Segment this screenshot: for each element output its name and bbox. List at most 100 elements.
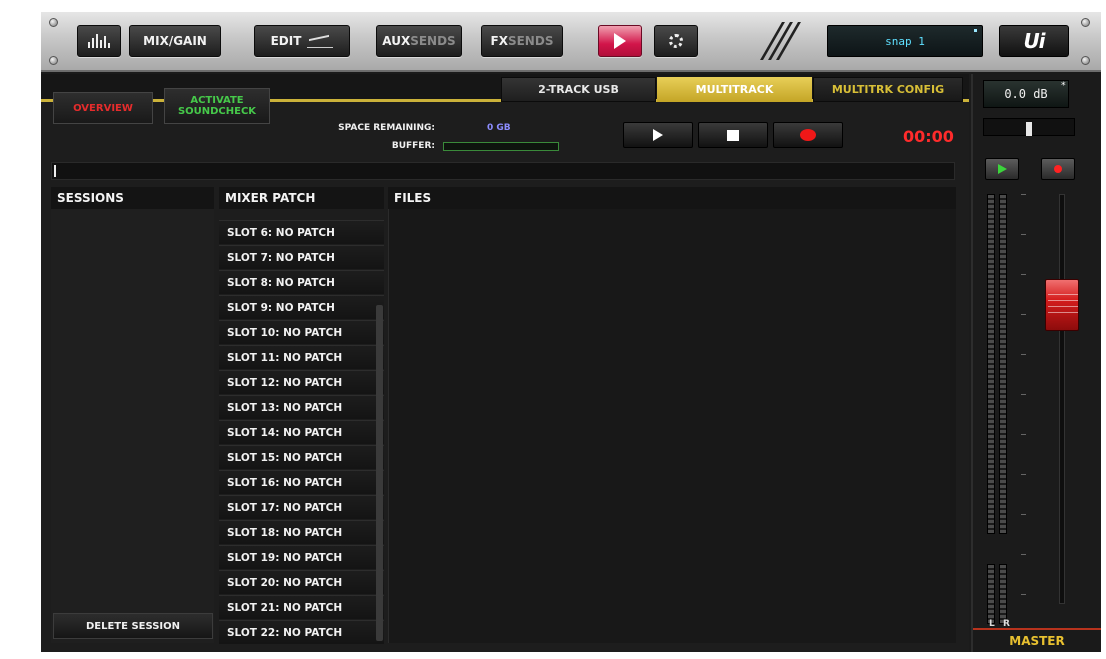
mixer-patch-slot[interactable]: SLOT 8: NO PATCH — [219, 270, 384, 294]
overview-label: OVERVIEW — [73, 102, 133, 114]
scale-tick — [1021, 514, 1026, 515]
record-icon — [800, 129, 816, 141]
screw-icon — [49, 18, 58, 27]
sessions-list[interactable] — [51, 209, 214, 643]
mixer-patch-slot[interactable]: SLOT 10: NO PATCH — [219, 320, 384, 344]
meter-left — [987, 194, 995, 534]
master-label: MASTER — [973, 628, 1101, 652]
fx-label: FX — [490, 34, 508, 48]
scale-tick — [1021, 354, 1026, 355]
meters-icon — [88, 34, 110, 48]
scale-tick — [1021, 554, 1026, 555]
mixer-patch-list[interactable]: SLOT 6: NO PATCH SLOT 7: NO PATCH SLOT 8: … — [219, 220, 384, 644]
mixer-patch-slot[interactable]: SLOT 15: NO PATCH — [219, 445, 384, 469]
mixer-patch-slot[interactable]: SLOT 9: NO PATCH — [219, 295, 384, 319]
play-icon — [653, 129, 663, 141]
space-remaining-label: SPACE REMAINING: — [338, 123, 435, 133]
soundcheck-label: ACTIVATE SOUNDCHECK — [177, 95, 257, 117]
buffer-meter — [443, 142, 559, 151]
mixer-patch-slot[interactable]: SLOT 17: NO PATCH — [219, 495, 384, 519]
aux-sends-label: SENDS — [410, 34, 456, 48]
fx-sends-label: SENDS — [507, 34, 554, 48]
master-fader-track[interactable] — [1059, 194, 1065, 604]
meters-view-button[interactable] — [77, 25, 121, 57]
scale-tick — [1021, 274, 1026, 275]
mixer-patch-slot[interactable]: SLOT 21: NO PATCH — [219, 595, 384, 619]
transport-record-button[interactable] — [773, 122, 843, 148]
tab-multitrk-config[interactable]: MULTITRK CONFIG — [813, 77, 963, 102]
delete-session-button[interactable]: DELETE SESSION — [53, 613, 213, 639]
record-timer: 00:00 — [903, 127, 954, 146]
timeline-scrubber[interactable] — [51, 162, 955, 180]
meter-right-low — [999, 564, 1007, 624]
master-db-display[interactable]: 0.0 dB * — [983, 80, 1069, 108]
snapshot-indicator-icon — [974, 29, 977, 32]
settings-button[interactable] — [654, 25, 698, 57]
tab-2-track-usb[interactable]: 2-TRACK USB — [501, 77, 656, 102]
activate-soundcheck-button[interactable]: ACTIVATE SOUNDCHECK — [164, 88, 270, 124]
fx-sends-button[interactable]: FXSENDS — [481, 25, 563, 57]
mixer-patch-slot[interactable]: SLOT 20: NO PATCH — [219, 570, 384, 594]
scale-tick — [1021, 314, 1026, 315]
mix-gain-button[interactable]: MIX/GAIN — [129, 25, 221, 57]
tab-multitrack[interactable]: MULTITRACK — [657, 77, 812, 102]
mixer-patch-header: MIXER PATCH — [219, 187, 384, 209]
master-fader-handle[interactable] — [1045, 279, 1079, 331]
mixer-patch-slot[interactable]: SLOT 19: NO PATCH — [219, 545, 384, 569]
media-player-button[interactable] — [598, 25, 642, 57]
meter-right — [999, 194, 1007, 534]
mixer-patch-scrollbar[interactable] — [376, 305, 383, 641]
tab-label: MULTITRK CONFIG — [831, 83, 945, 96]
gear-icon — [669, 34, 683, 48]
files-list[interactable] — [388, 209, 956, 643]
mixer-patch-slot[interactable]: SLOT 18: NO PATCH — [219, 520, 384, 544]
pan-knob[interactable] — [1026, 122, 1032, 136]
overview-button[interactable]: OVERVIEW — [53, 92, 153, 124]
screw-icon — [49, 56, 58, 65]
asterisk-icon: * — [1060, 81, 1066, 91]
aux-sends-button[interactable]: AUXSENDS — [376, 25, 462, 57]
playhead-cursor[interactable] — [54, 165, 56, 177]
space-remaining-value: 0 GB — [487, 123, 511, 133]
stop-icon — [727, 129, 739, 141]
record-icon — [1054, 165, 1062, 173]
tab-label: MULTITRACK — [695, 83, 774, 96]
top-toolbar: MIX/GAIN EDIT AUXSENDS FXSENDS snap 1 Ui — [41, 12, 1101, 72]
play-icon — [997, 164, 1007, 174]
db-readout: 0.0 dB — [1004, 87, 1048, 101]
edit-label: EDIT — [270, 34, 302, 48]
mixer-patch-slot[interactable]: SLOT 14: NO PATCH — [219, 420, 384, 444]
transport-stop-button[interactable] — [698, 122, 768, 148]
scale-tick — [1021, 594, 1026, 595]
scale-tick — [1021, 474, 1026, 475]
meter-left-low — [987, 564, 995, 624]
delete-session-label: DELETE SESSION — [85, 620, 181, 632]
scale-tick — [1021, 394, 1026, 395]
transport-play-button[interactable] — [623, 122, 693, 148]
mixer-patch-slot[interactable]: SLOT 12: NO PATCH — [219, 370, 384, 394]
scale-tick — [1021, 194, 1026, 195]
mixer-patch-slot[interactable]: SLOT 13: NO PATCH — [219, 395, 384, 419]
master-record-button[interactable] — [1041, 158, 1075, 180]
master-meters — [987, 194, 1009, 624]
stripes-decoration — [759, 22, 811, 60]
edit-button[interactable]: EDIT — [254, 25, 350, 57]
mixer-patch-slot[interactable]: SLOT 7: NO PATCH — [219, 245, 384, 269]
mixer-patch-slot[interactable]: SLOT 6: NO PATCH — [219, 220, 384, 244]
edit-curve-icon — [307, 35, 334, 48]
aux-label: AUX — [382, 34, 411, 48]
snapshot-display[interactable]: snap 1 — [827, 25, 983, 57]
sessions-header: SESSIONS — [51, 187, 214, 209]
master-strip: 0.0 dB * L R MASTER — [971, 74, 1101, 652]
app-window: MIX/GAIN EDIT AUXSENDS FXSENDS snap 1 Ui — [41, 12, 1101, 652]
snapshot-name: snap 1 — [885, 34, 925, 48]
master-pan-slider[interactable] — [983, 118, 1075, 136]
ui-logo-button[interactable]: Ui — [999, 25, 1069, 57]
mixer-patch-slot[interactable]: SLOT 22: NO PATCH — [219, 620, 384, 644]
mixer-patch-slot[interactable]: SLOT 11: NO PATCH — [219, 345, 384, 369]
play-icon — [614, 33, 626, 49]
files-header: FILES — [388, 187, 956, 209]
mixer-patch-slot[interactable]: SLOT 16: NO PATCH — [219, 470, 384, 494]
screw-icon — [1081, 18, 1090, 27]
master-play-button[interactable] — [985, 158, 1019, 180]
